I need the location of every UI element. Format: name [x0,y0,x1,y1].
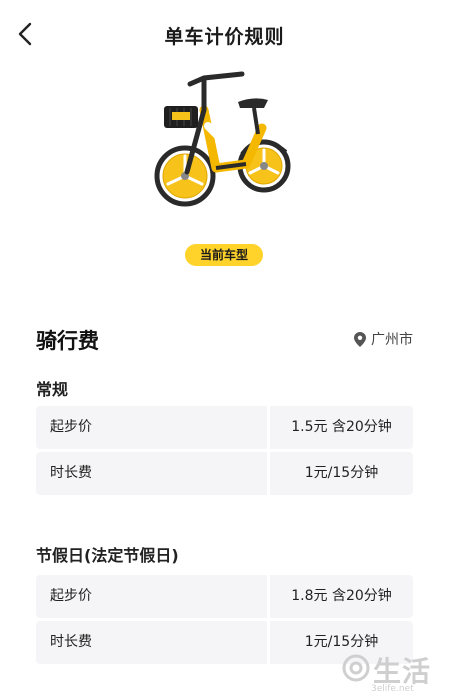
watermark: 生活 3elife.net [341,650,441,698]
map-pin-icon [354,331,366,347]
top-bar: 单车计价规则 [0,0,449,70]
price-label: 起步价 [36,575,267,618]
price-value: 1.8元 含20分钟 [270,575,413,618]
table-row: 起步价 1.5元 含20分钟 [36,406,413,449]
bike-image [150,68,300,218]
current-model-badge: 当前车型 [185,244,263,266]
riding-fee-title: 骑行费 [34,325,103,355]
price-value: 1元/15分钟 [270,452,413,495]
riding-fee-title-text: 骑行费 [36,329,99,353]
watermark-logo-icon [342,654,370,682]
price-label: 时长费 [36,452,267,495]
page-title: 单车计价规则 [164,26,285,48]
holiday-group-title: 节假日(法定节假日) [36,546,179,565]
price-value: 1.5元 含20分钟 [270,406,413,449]
regular-price-table: 起步价 1.5元 含20分钟 时长费 1元/15分钟 [36,406,413,498]
regular-group-title: 常规 [36,380,69,399]
price-label: 时长费 [36,621,267,664]
table-row: 起步价 1.8元 含20分钟 [36,575,413,618]
price-label: 起步价 [36,406,267,449]
city-label: 广州市 [371,332,413,348]
table-row: 时长费 1元/15分钟 [36,452,413,495]
watermark-url: 3elife.net [371,684,414,694]
city-selector[interactable]: 广州市 [354,329,413,349]
